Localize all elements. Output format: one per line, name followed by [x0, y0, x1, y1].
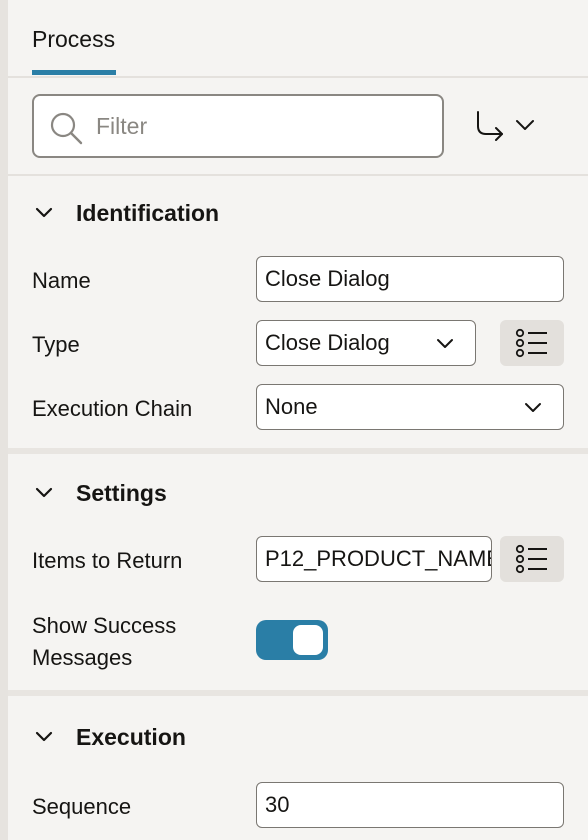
- sequence-label: Sequence: [32, 794, 132, 819]
- chevron-down-icon: [35, 487, 53, 498]
- section-title: Settings: [76, 479, 167, 506]
- sequence-field[interactable]: 30: [256, 782, 564, 828]
- left-resize-strip[interactable]: [0, 0, 8, 840]
- type-value: Close Dialog: [265, 330, 390, 355]
- property-editor-panel: Process Identification: [8, 0, 588, 840]
- tab-bar: Process: [8, 0, 588, 78]
- section-header-identification[interactable]: Identification: [34, 198, 219, 228]
- name-label: Name: [32, 268, 91, 293]
- section-title: Identification: [76, 199, 220, 226]
- search-icon: [50, 112, 83, 145]
- items-to-return-list-button[interactable]: [500, 536, 564, 582]
- section-settings: Settings Items to Return P12_PRODUCT_NAM…: [8, 448, 588, 690]
- execution-chain-value: None: [265, 394, 318, 419]
- type-label: Type: [32, 332, 80, 357]
- name-field[interactable]: Close Dialog: [256, 256, 564, 302]
- list-icon: [515, 544, 547, 574]
- name-value: Close Dialog: [265, 266, 390, 291]
- show-success-messages-toggle[interactable]: [256, 620, 328, 660]
- show-success-messages-label: Show Success Messages: [32, 610, 176, 674]
- items-to-return-label: Items to Return: [32, 548, 183, 573]
- chevron-down-icon: [525, 403, 541, 412]
- sequence-value: 30: [265, 792, 290, 817]
- chevron-down-icon: [35, 731, 53, 742]
- arrow-down-right-icon: [477, 111, 503, 141]
- go-to-group-button[interactable]: [472, 110, 542, 144]
- show-success-label-line2: Messages: [32, 645, 133, 670]
- chevron-down-icon: [516, 120, 534, 130]
- items-to-return-value: P12_PRODUCT_NAME: [265, 546, 492, 571]
- chevron-down-icon: [35, 207, 53, 218]
- section-execution: Execution Sequence 30: [8, 690, 588, 840]
- execution-chain-label: Execution Chain: [32, 396, 193, 421]
- list-icon: [515, 328, 547, 358]
- filter-row: [8, 78, 588, 176]
- show-success-label-line1: Show Success: [32, 613, 177, 638]
- section-header-settings[interactable]: Settings: [34, 478, 167, 508]
- chevron-down-icon: [437, 339, 453, 348]
- type-select[interactable]: Close Dialog: [256, 320, 476, 366]
- items-to-return-field[interactable]: P12_PRODUCT_NAME: [256, 536, 492, 582]
- filter-box[interactable]: [32, 94, 444, 158]
- toggle-knob: [293, 625, 323, 655]
- execution-chain-select[interactable]: None: [256, 384, 564, 430]
- tab-process[interactable]: Process: [32, 26, 115, 53]
- section-title: Execution: [76, 723, 186, 750]
- type-list-button[interactable]: [500, 320, 564, 366]
- filter-input[interactable]: [96, 108, 426, 144]
- active-tab-indicator: [32, 70, 116, 75]
- section-identification: Identification Name Close Dialog Type Cl…: [8, 176, 588, 448]
- section-header-execution[interactable]: Execution: [34, 722, 186, 752]
